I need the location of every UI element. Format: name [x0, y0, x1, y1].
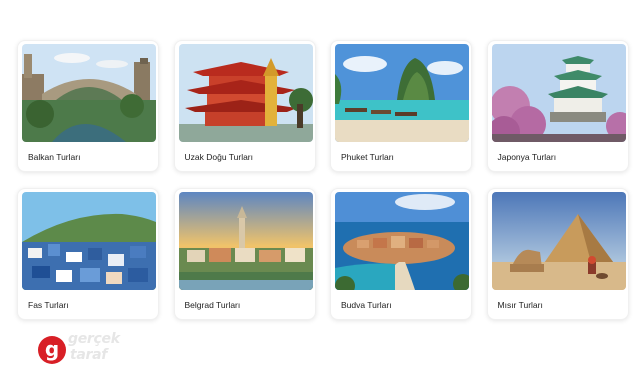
- city-sunset-photo[interactable]: [178, 192, 313, 290]
- blue-city-photo[interactable]: [22, 192, 156, 290]
- tour-card-misir[interactable]: Mısır Turları: [486, 188, 629, 320]
- tour-label: Japonya Turları: [497, 152, 557, 162]
- japanese-castle-photo[interactable]: [491, 44, 626, 142]
- tour-label: Fas Turları: [28, 300, 69, 310]
- tour-card-uzak-dogu[interactable]: Uzak Doğu Turları: [173, 40, 316, 172]
- bridge-river-photo[interactable]: [22, 44, 156, 142]
- tour-label: Budva Turları: [341, 300, 392, 310]
- tour-card-belgrad[interactable]: Belgrad Turları: [173, 188, 316, 320]
- tropical-beach-photo[interactable]: [335, 44, 469, 142]
- tour-card-balkan[interactable]: Balkan Turları: [17, 40, 159, 172]
- gt-logo-icon: g: [38, 336, 66, 364]
- watermark-logo: g gerçek taraf: [38, 330, 138, 370]
- tour-label: Mısır Turları: [497, 300, 543, 310]
- watermark-brand: taraf: [70, 347, 108, 363]
- tours-grid: Balkan Turları Uzak Doğu Turları Phuket …: [17, 40, 629, 320]
- pyramid-desert-photo[interactable]: [491, 192, 626, 290]
- watermark-brand: gerçek: [68, 331, 120, 347]
- tour-card-phuket[interactable]: Phuket Turları: [330, 40, 472, 172]
- tour-label: Balkan Turları: [28, 152, 81, 162]
- tour-label: Uzak Doğu Turları: [184, 152, 254, 162]
- tour-card-japonya[interactable]: Japonya Turları: [486, 40, 629, 172]
- pagoda-temple-photo[interactable]: [178, 44, 313, 142]
- tour-card-fas[interactable]: Fas Turları: [17, 188, 159, 320]
- tour-label: Belgrad Turları: [184, 300, 241, 310]
- tour-label: Phuket Turları: [341, 152, 394, 162]
- tour-card-budva[interactable]: Budva Turları: [330, 188, 472, 320]
- island-sea-photo[interactable]: [335, 192, 469, 290]
